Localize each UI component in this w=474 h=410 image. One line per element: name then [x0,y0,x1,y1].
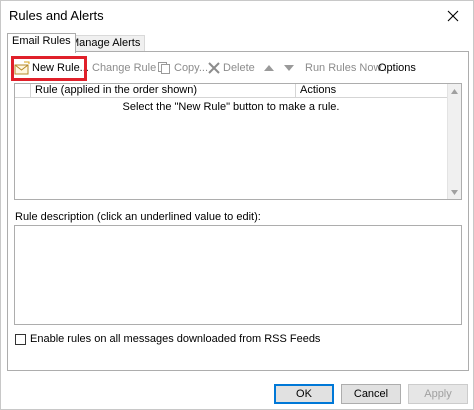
rule-column-label: Rule (applied in the order shown) [35,84,198,96]
scroll-down-button[interactable] [448,185,461,199]
new-rule-button[interactable]: New Rule... [14,58,89,78]
delete-icon [208,62,220,74]
tab-manage-alerts[interactable]: Manage Alerts [65,35,146,52]
checkbox-column-header [15,84,31,98]
apply-button[interactable]: Apply [408,384,468,404]
delete-button[interactable]: Delete [208,58,255,78]
rule-description-box[interactable] [14,225,462,325]
rules-list-scrollbar[interactable] [447,84,461,199]
rules-toolbar: New Rule... Change Rule Copy... Delete R… [12,58,464,78]
cancel-button[interactable]: Cancel [341,384,401,404]
arrow-up-icon [264,65,274,71]
rules-and-alerts-dialog: Rules and Alerts Email Rules Manage Aler… [0,0,474,410]
rules-list-header: Rule (applied in the order shown) Action… [15,84,447,98]
email-rules-panel: New Rule... Change Rule Copy... Delete R… [7,51,469,371]
arrow-down-icon [284,65,294,71]
copy-button[interactable]: Copy... [157,58,208,78]
rules-list[interactable]: Rule (applied in the order shown) Action… [14,83,462,200]
tab-email-rules-label: Email Rules [12,35,71,47]
copy-label: Copy... [174,62,209,74]
change-rule-button[interactable]: Change Rule [92,58,167,78]
options-label: Options [378,62,416,74]
tab-manage-alerts-label: Manage Alerts [70,37,141,49]
new-rule-icon [14,61,30,75]
window-title: Rules and Alerts [9,8,104,23]
copy-icon [158,62,170,74]
rss-checkbox[interactable] [15,333,26,345]
change-rule-label: Change Rule [92,62,157,74]
cancel-label: Cancel [353,388,389,400]
actions-column-label: Actions [300,84,337,96]
close-icon [447,10,459,22]
options-button[interactable]: Options [378,58,416,78]
apply-label: Apply [424,388,452,400]
move-down-button[interactable] [284,58,294,78]
close-button[interactable] [439,3,467,29]
title-bar: Rules and Alerts [1,1,473,31]
scroll-down-icon [451,189,458,195]
scroll-up-icon [451,88,458,94]
rule-description-label: Rule description (click an underlined va… [15,211,261,223]
delete-label: Delete [223,62,255,74]
tab-strip: Email Rules Manage Alerts [7,33,469,53]
rss-checkbox-label[interactable]: Enable rules on all messages downloaded … [30,333,320,345]
scroll-up-button[interactable] [448,84,461,98]
rules-empty-message: Select the "New Rule" button to make a r… [122,101,340,113]
rss-option-row: Enable rules on all messages downloaded … [15,332,320,346]
new-rule-label: New Rule... [32,62,89,74]
rule-column-header[interactable]: Rule (applied in the order shown) [31,84,296,98]
ok-label: OK [296,388,312,400]
ok-button[interactable]: OK [274,384,334,404]
move-up-button[interactable] [264,58,274,78]
actions-column-header[interactable]: Actions [296,84,447,98]
tab-email-rules[interactable]: Email Rules [7,33,76,53]
